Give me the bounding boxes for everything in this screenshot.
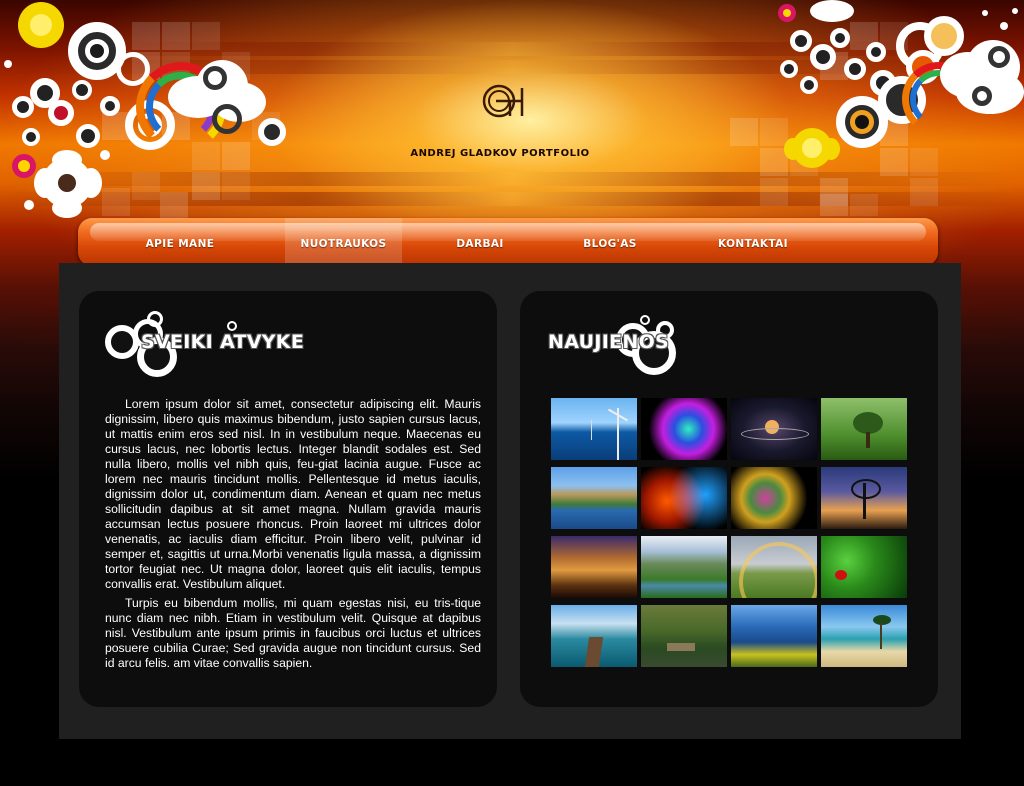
news-panel: NAUJIENOS: [520, 291, 938, 707]
welcome-paragraph-1: Lorem ipsum dolor sit amet, consectetur …: [105, 397, 481, 591]
planets-orbit-thumb[interactable]: [731, 398, 817, 460]
bare-tree-sunset-thumb[interactable]: [821, 467, 907, 529]
nav-item-darbai[interactable]: DARBAI: [430, 218, 530, 266]
green-tree-thumb[interactable]: [821, 398, 907, 460]
nav-item-nuotraukos[interactable]: NUOTRAUKOS: [285, 218, 402, 266]
ladybug-leaves-thumb[interactable]: [821, 536, 907, 598]
cliff-village-lake-thumb[interactable]: [551, 467, 637, 529]
right-flower-decoration: [726, 0, 1024, 220]
boat-forest-thumb[interactable]: [641, 605, 727, 667]
pier-lake-thumb[interactable]: [551, 605, 637, 667]
wind-turbines-sea-thumb[interactable]: [551, 398, 637, 460]
nav-item-kontaktai[interactable]: KONTAKTAI: [703, 218, 803, 266]
news-title: NAUJIENOS: [548, 331, 670, 353]
main-content-area: SVEIKI ATVYKE Lorem ipsum dolor sit amet…: [59, 263, 961, 739]
fire-ice-smoke-thumb[interactable]: [641, 467, 727, 529]
photo-gallery-grid: [551, 398, 907, 667]
city-lights-thumb[interactable]: [551, 536, 637, 598]
welcome-title: SVEIKI ATVYKE: [141, 331, 305, 353]
mountain-river-thumb[interactable]: [641, 536, 727, 598]
welcome-paragraph-2: Turpis eu bibendum mollis, mi quam egest…: [105, 596, 481, 670]
rocky-coast-flowers-thumb[interactable]: [731, 605, 817, 667]
palm-beach-thumb[interactable]: [821, 605, 907, 667]
welcome-panel: SVEIKI ATVYKE Lorem ipsum dolor sit amet…: [79, 291, 497, 707]
site-tagline: ANDREJ GLADKOV PORTFOLIO: [410, 148, 590, 159]
nav-item-apie-mane[interactable]: APIE MANE: [130, 218, 230, 266]
left-flower-decoration: [0, 0, 290, 220]
nav-item-blogas[interactable]: BLOG'AS: [560, 218, 660, 266]
main-navigation-bar: APIE MANE NUOTRAUKOS DARBAI BLOG'AS KONT…: [78, 218, 938, 266]
neon-swirl-thumb[interactable]: [641, 398, 727, 460]
ag-monogram-logo-icon[interactable]: [482, 84, 528, 118]
colored-smoke-thumb[interactable]: [731, 467, 817, 529]
rainbow-field-thumb[interactable]: [731, 536, 817, 598]
welcome-text: Lorem ipsum dolor sit amet, consectetur …: [105, 397, 481, 675]
